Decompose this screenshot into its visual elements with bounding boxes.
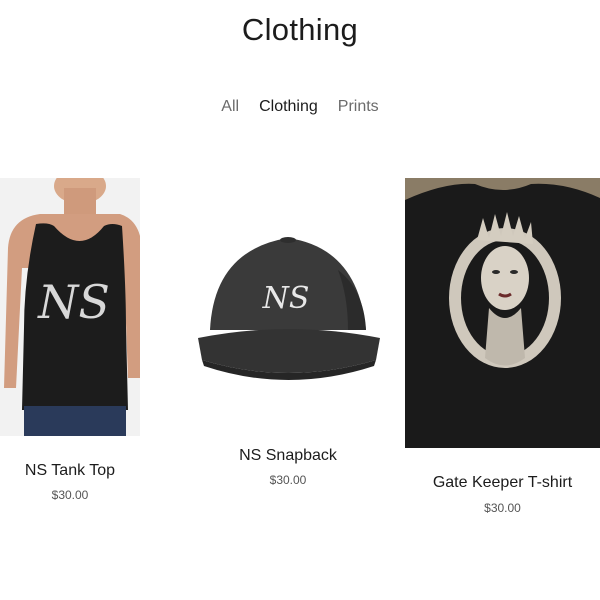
tank-top-photo: NS xyxy=(0,178,140,436)
product-image-gate-keeper-tshirt[interactable] xyxy=(405,178,600,448)
snapback-logo: NS xyxy=(262,281,310,316)
page-title: Clothing xyxy=(241,12,359,47)
snapback-cap-photo: NS xyxy=(188,210,388,410)
product-card-tank-top[interactable]: NS NS Tank Top $30.00 xyxy=(0,178,140,508)
product-card-gate-keeper-tshirt[interactable]: Gate Keeper T-shirt $30.00 xyxy=(405,178,600,528)
filter-prints[interactable]: Prints xyxy=(328,98,389,116)
product-price: $30.00 xyxy=(269,473,307,487)
filter-all[interactable]: All xyxy=(211,98,249,116)
product-name[interactable]: Gate Keeper T-shirt xyxy=(405,474,600,492)
t-shirt-photo xyxy=(405,178,600,448)
product-price: $30.00 xyxy=(484,501,521,515)
tank-top-logo: NS xyxy=(37,275,110,329)
product-name[interactable]: NS Tank Top xyxy=(0,462,140,480)
filter-clothing[interactable]: Clothing xyxy=(249,98,328,116)
product-image-tank-top[interactable]: NS xyxy=(0,178,140,436)
collection-filter-nav: All Clothing Prints xyxy=(0,98,600,116)
product-price: $30.00 xyxy=(51,488,89,502)
product-name[interactable]: NS Snapback xyxy=(188,447,388,465)
product-card-snapback[interactable]: NS NS Snapback $30.00 xyxy=(188,210,388,500)
product-image-snapback[interactable]: NS xyxy=(188,210,388,410)
